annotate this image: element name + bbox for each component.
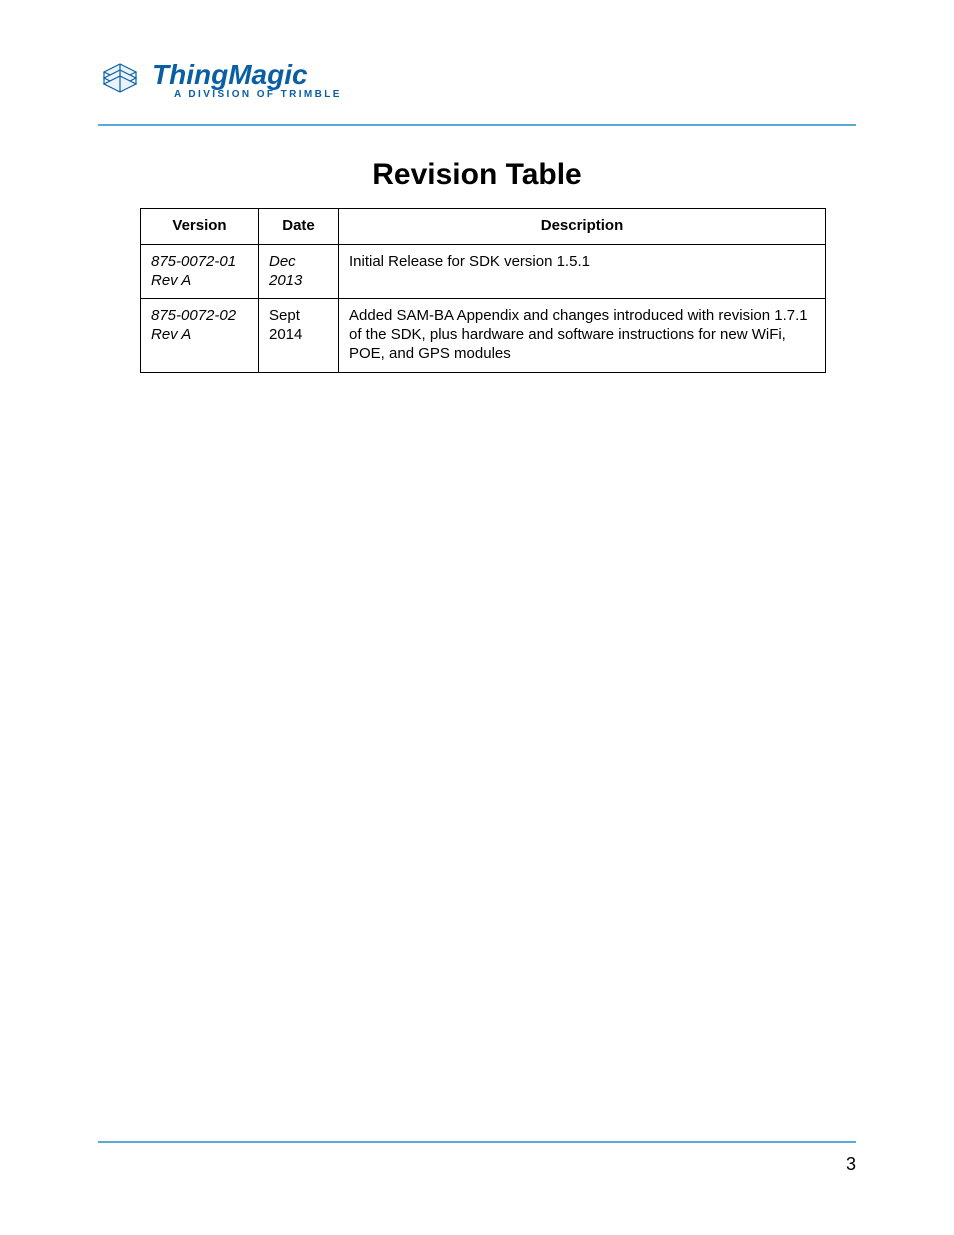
cell-description: Added SAM-BA Appendix and changes introd… [339, 299, 826, 372]
cell-version: 875-0072-01 Rev A [141, 244, 259, 299]
header-divider [98, 124, 856, 126]
page-title: Revision Table [98, 158, 856, 192]
brand-logo-text: ThingMagic A DIVISION OF TRIMBLE [152, 61, 342, 101]
table-row: 875-0072-02 Rev ASept 2014Added SAM-BA A… [141, 299, 826, 372]
table-header-row: Version Date Description [141, 209, 826, 245]
footer-divider [98, 1141, 856, 1143]
document-page: ThingMagic A DIVISION OF TRIMBLE Revisio… [0, 0, 954, 1235]
page-header: ThingMagic A DIVISION OF TRIMBLE [98, 56, 856, 122]
brand-logo-icon [98, 56, 142, 105]
cell-version: 875-0072-02 Rev A [141, 299, 259, 372]
revision-table: Version Date Description 875-0072-01 Rev… [140, 208, 826, 373]
table-row: 875-0072-01 Rev ADec 2013Initial Release… [141, 244, 826, 299]
cell-date: Sept 2014 [259, 299, 339, 372]
cell-description: Initial Release for SDK version 1.5.1 [339, 244, 826, 299]
brand-logo-main: ThingMagic [152, 61, 342, 89]
col-header-description: Description [339, 209, 826, 245]
revision-table-body: 875-0072-01 Rev ADec 2013Initial Release… [141, 244, 826, 372]
col-header-date: Date [259, 209, 339, 245]
brand-logo-sub: A DIVISION OF TRIMBLE [152, 89, 342, 101]
revision-table-container: Version Date Description 875-0072-01 Rev… [140, 208, 826, 373]
brand-logo: ThingMagic A DIVISION OF TRIMBLE [98, 56, 342, 105]
page-number: 3 [846, 1154, 856, 1175]
cell-date: Dec 2013 [259, 244, 339, 299]
col-header-version: Version [141, 209, 259, 245]
